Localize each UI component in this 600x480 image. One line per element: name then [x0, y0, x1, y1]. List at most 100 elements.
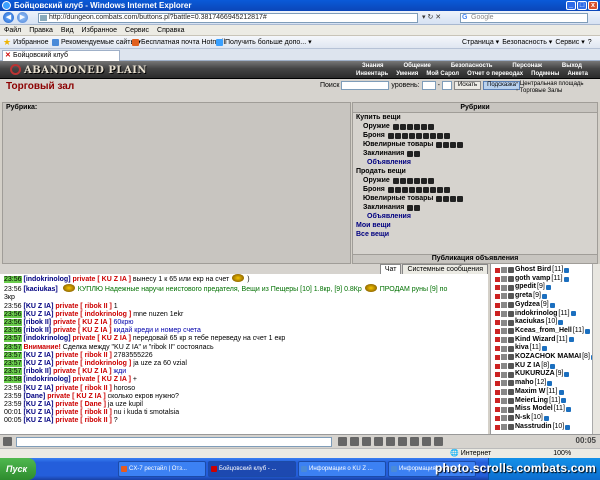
taskbar-button[interactable]: Информация о KU Z ...	[298, 461, 386, 477]
chat-private-tag[interactable]: private [ ribok II ]	[55, 303, 111, 310]
item-type-icon[interactable]	[407, 150, 414, 157]
user-name[interactable]: KU Z IA	[515, 362, 540, 371]
chat-nick[interactable]: [ribok II]	[23, 319, 51, 326]
user-name[interactable]: maho	[515, 379, 534, 388]
game-nav-item[interactable]: Знания	[362, 62, 384, 70]
fav-item-addons[interactable]: Получить больше допо... ▾	[216, 36, 312, 49]
announcements-link[interactable]: Объявления	[353, 158, 597, 167]
smiles-icon[interactable]	[362, 437, 371, 446]
game-nav-item[interactable]: Подмены	[531, 70, 559, 78]
info-icon[interactable]	[550, 363, 556, 369]
invite-icon[interactable]	[495, 380, 500, 386]
item-type-icon[interactable]	[443, 141, 450, 148]
minimize-button[interactable]: _	[566, 1, 576, 10]
user-row[interactable]: Kceas_from_Hell [11]	[495, 327, 600, 336]
item-type-icon[interactable]	[436, 132, 443, 139]
rubric-subcategory[interactable]: Броня	[353, 185, 597, 194]
user-name[interactable]: Maxim W	[515, 388, 545, 397]
item-type-icon[interactable]	[443, 186, 450, 193]
item-type-icon[interactable]	[436, 186, 443, 193]
user-row[interactable]: KUKURUZA [9]	[495, 370, 600, 379]
user-name[interactable]: Gydzea	[515, 301, 540, 310]
item-type-icon[interactable]	[408, 186, 415, 193]
hint-button[interactable]: Подсказка	[483, 81, 520, 90]
item-type-icon[interactable]	[414, 204, 421, 211]
item-type-icon[interactable]	[392, 177, 399, 184]
chat-nick[interactable]: [Dane]	[23, 393, 45, 400]
user-row[interactable]: Maxim W [11]	[495, 388, 600, 397]
rubric-link[interactable]: Все вещи	[353, 230, 597, 239]
tab-close-icon[interactable]: ✕	[5, 51, 11, 61]
info-icon[interactable]	[564, 372, 570, 378]
maximize-button[interactable]: □	[577, 1, 587, 10]
security-menu[interactable]: Безопасность ▾	[502, 36, 552, 49]
rubric-subcategory[interactable]: Ювелирные товары	[353, 194, 597, 203]
chat-private-tag[interactable]: private [ ribok II ]	[55, 385, 111, 392]
menu-item[interactable]: Правка	[29, 25, 53, 35]
game-nav-item[interactable]: Общение	[403, 62, 430, 70]
menu-item[interactable]: Вид	[61, 25, 74, 35]
user-row[interactable]: kaciukas [10]	[495, 318, 600, 327]
item-type-icon[interactable]	[450, 141, 457, 148]
tools-menu[interactable]: Сервис ▾	[555, 36, 584, 49]
item-type-icon[interactable]	[387, 186, 394, 193]
user-name[interactable]: goth vamp	[515, 275, 550, 284]
invite-icon[interactable]	[495, 389, 500, 395]
rubric-subcategory[interactable]: Ювелирные товары	[353, 140, 597, 149]
rubric-section-buy[interactable]: Купить вещи	[353, 113, 597, 122]
level-max-field[interactable]	[441, 81, 452, 90]
invite-icon[interactable]	[495, 302, 500, 308]
user-row[interactable]: indokrinolog [11]	[495, 310, 600, 319]
item-type-icon[interactable]	[429, 132, 436, 139]
item-type-icon[interactable]	[399, 177, 406, 184]
chat-nick[interactable]: [KU Z IA]	[23, 385, 53, 392]
info-icon[interactable]	[565, 407, 571, 413]
user-name[interactable]: Kceas_from_Hell	[515, 327, 572, 336]
chat-nick[interactable]: [kaciukas]	[23, 286, 57, 293]
user-name[interactable]: Kind Wizard	[515, 336, 555, 345]
invite-icon[interactable]	[495, 276, 500, 282]
chat-mode-icon[interactable]	[3, 437, 12, 446]
item-type-icon[interactable]	[422, 132, 429, 139]
user-row[interactable]: kiva [11]	[495, 344, 600, 353]
info-icon[interactable]	[543, 415, 549, 421]
rubric-subcategory[interactable]: Заклинания	[353, 203, 597, 212]
invite-icon[interactable]	[495, 267, 500, 273]
taskbar-button[interactable]: CX-7 рестайл | Отз...	[118, 461, 206, 477]
user-row[interactable]: gpedit [9]	[495, 283, 600, 292]
chat-nick[interactable]: [indokrinolog]	[23, 376, 70, 383]
game-nav-item[interactable]: Анкета	[567, 70, 588, 78]
user-name[interactable]: Ghost Bird	[515, 266, 551, 275]
user-row[interactable]: KOZACHOK MAMAI [8]	[495, 353, 600, 362]
invite-icon[interactable]	[495, 337, 500, 343]
user-name[interactable]: KOZACHOK MAMAI	[515, 353, 581, 362]
user-name[interactable]: indokrinolog	[515, 310, 557, 319]
menu-item[interactable]: Справка	[157, 25, 184, 35]
chat-nick[interactable]: [ribok II]	[23, 327, 51, 334]
info-icon[interactable]	[561, 398, 567, 404]
chat-nick[interactable]: [ribok II]	[23, 368, 51, 375]
info-icon[interactable]	[558, 320, 564, 326]
item-type-icon[interactable]	[406, 123, 413, 130]
filter-icon[interactable]	[374, 437, 383, 446]
publish-button[interactable]: Публикация объявления	[353, 254, 597, 263]
fav-item-recommended[interactable]: Рекомендуемые сайты ▾	[52, 36, 141, 49]
page-menu[interactable]: Страница ▾	[462, 36, 499, 49]
game-nav-item[interactable]: Персонаж	[512, 62, 542, 70]
chat-private-tag[interactable]: private [ KU Z IA ]	[72, 376, 130, 383]
chat-nick[interactable]: [KU Z IA]	[23, 417, 53, 424]
chat-nick[interactable]: [KU Z IA]	[23, 303, 53, 310]
invite-icon[interactable]	[495, 372, 500, 378]
item-type-icon[interactable]	[443, 132, 450, 139]
menu-item[interactable]: Избранное	[82, 25, 117, 35]
chat-nick[interactable]: [indokrinolog]	[23, 276, 70, 283]
user-name[interactable]: N-sk	[515, 414, 530, 423]
exit-icon[interactable]	[434, 437, 443, 446]
chat-private-tag[interactable]: private [ ribok II ]	[55, 352, 111, 359]
user-row[interactable]: MeierLing [11]	[495, 397, 600, 406]
help-menu[interactable]: ?	[588, 36, 592, 49]
user-row[interactable]: Miss Model [11]	[495, 405, 600, 414]
info-icon[interactable]	[568, 337, 574, 343]
user-row[interactable]: Kind Wizard [11]	[495, 336, 600, 345]
game-nav-item[interactable]: Инвентарь	[356, 70, 388, 78]
